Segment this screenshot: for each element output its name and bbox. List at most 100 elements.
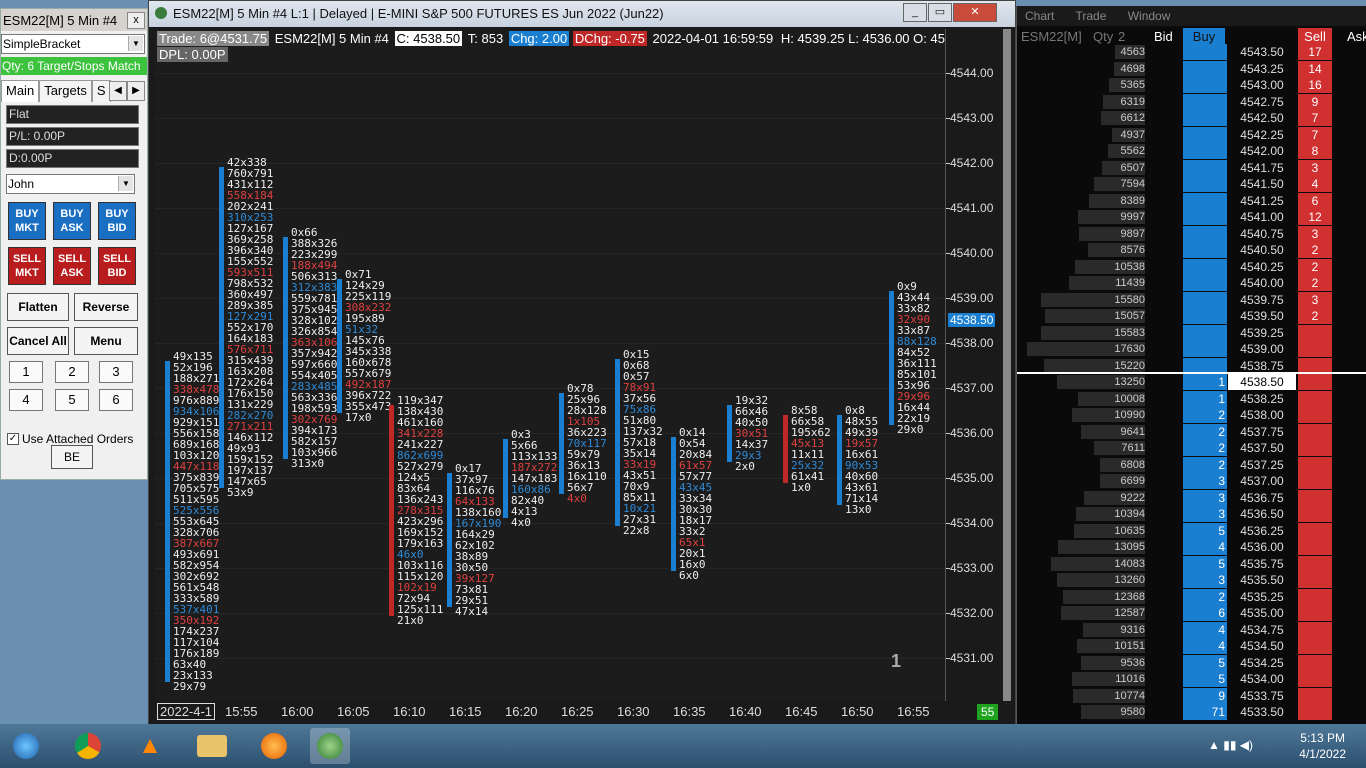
trading-app-icon[interactable]	[310, 728, 350, 764]
ladder-row[interactable]: 15583 4539.25	[1017, 324, 1366, 341]
sell-mkt-button[interactable]: SELL MKT	[8, 247, 46, 285]
ladder-row[interactable]: 4563 4543.50 17	[1017, 44, 1366, 60]
buy-cell[interactable]: 5	[1183, 654, 1227, 671]
price-cell[interactable]: 4533.75	[1228, 688, 1296, 704]
buy-cell[interactable]	[1183, 93, 1227, 110]
menu-chart[interactable]: Chart	[1025, 9, 1054, 23]
file-explorer-icon[interactable]	[192, 728, 232, 764]
chart-scrollbar[interactable]	[1003, 29, 1011, 701]
qty-button-4[interactable]: 4	[9, 389, 43, 411]
tab-scroll-right-icon[interactable]: ▶	[127, 81, 145, 101]
footprint-plot[interactable]: 49x135 52x196 188x271 338x478 976x889 934x106…	[155, 29, 945, 701]
buy-cell[interactable]: 5	[1183, 522, 1227, 539]
ladder-row[interactable]: 6808 2 4537.25	[1017, 456, 1366, 473]
tab-scroll-left-icon[interactable]: ◀	[109, 81, 127, 101]
sell-cell[interactable]	[1298, 621, 1332, 638]
system-tray-icons[interactable]: ▲ ▮▮ ◀)	[1208, 738, 1253, 752]
buy-cell[interactable]: 2	[1183, 588, 1227, 605]
buy-mkt-button[interactable]: BUY MKT	[8, 202, 46, 240]
ladder-row[interactable]: 9641 2 4537.75	[1017, 423, 1366, 440]
reverse-button[interactable]: Reverse	[74, 293, 138, 321]
footprint-column[interactable]: 0x8 48x55 49x39 19x57 16x61 90x53 40x60 43x61 71…	[845, 405, 878, 515]
sell-cell[interactable]	[1298, 539, 1332, 555]
sell-ask-button[interactable]: SELL ASK	[53, 247, 91, 285]
price-cell[interactable]: 4540.75	[1228, 226, 1296, 242]
price-cell[interactable]: 4541.00	[1228, 209, 1296, 225]
chart-titlebar[interactable]: ESM22[M] 5 Min #4 L:1 | Delayed | E-MINI…	[149, 1, 1015, 27]
ladder-row[interactable]: 13260 3 4535.50	[1017, 572, 1366, 588]
price-cell[interactable]: 4535.75	[1228, 556, 1296, 572]
buy-cell[interactable]: 4	[1183, 638, 1227, 654]
menu-trade[interactable]: Trade	[1075, 9, 1106, 23]
close-icon[interactable]: x	[127, 12, 145, 29]
footprint-column[interactable]: 119x347 138x430 461x160 341x228 241x227 862x6…	[397, 395, 443, 626]
ladder-row[interactable]: 15057 4539.50 2	[1017, 308, 1366, 324]
menu-button[interactable]: Menu	[74, 327, 138, 355]
sell-cell[interactable]	[1298, 671, 1332, 687]
ladder-row[interactable]: 10774 9 4533.75	[1017, 687, 1366, 704]
buy-cell[interactable]	[1183, 291, 1227, 308]
ladder-row[interactable]: 8389 4541.25 6	[1017, 192, 1366, 209]
ladder-row[interactable]: 10635 5 4536.25	[1017, 522, 1366, 539]
sell-cell[interactable]: 3	[1298, 225, 1332, 242]
price-cell[interactable]: 4539.25	[1228, 325, 1296, 341]
buy-cell[interactable]	[1183, 60, 1227, 77]
buy-cell[interactable]: 3	[1183, 572, 1227, 588]
buy-cell[interactable]: 3	[1183, 489, 1227, 506]
price-cell[interactable]: 4539.50	[1228, 308, 1296, 324]
tab-s[interactable]: S	[91, 80, 111, 102]
windows-start-icon[interactable]	[6, 728, 46, 764]
buy-cell[interactable]	[1183, 126, 1227, 143]
price-cell[interactable]: 4536.50	[1228, 506, 1296, 522]
buy-cell[interactable]: 4	[1183, 621, 1227, 638]
sell-cell[interactable]	[1298, 605, 1332, 621]
ladder-row[interactable]: 12587 6 4535.00	[1017, 605, 1366, 621]
ladder-row[interactable]: 11016 5 4534.00	[1017, 671, 1366, 687]
sell-cell[interactable]: 3	[1298, 291, 1332, 308]
price-cell[interactable]: 4536.00	[1228, 539, 1296, 555]
footprint-column[interactable]: 0x71 124x29 225x119 308x232 195x89 51x32 145x7…	[345, 269, 391, 423]
sell-cell[interactable]: 7	[1298, 126, 1332, 143]
firefox-icon[interactable]	[254, 728, 294, 764]
sell-cell[interactable]	[1298, 423, 1332, 440]
buy-cell[interactable]	[1183, 44, 1227, 60]
buy-cell[interactable]: 6	[1183, 605, 1227, 621]
footprint-column[interactable]: 0x14 0x54 20x84 61x57 57x77 43x45 33x34 30x30 18…	[679, 427, 712, 581]
account-select[interactable]: John ▼	[6, 174, 135, 194]
price-cell[interactable]: 4537.00	[1228, 473, 1296, 489]
strategy-select[interactable]: SimpleBracket ▼	[1, 34, 145, 54]
sell-cell[interactable]	[1298, 341, 1332, 357]
buy-cell[interactable]: 2	[1183, 423, 1227, 440]
footprint-column[interactable]: 8x58 66x58 195x62 45x13 11x11 25x32 61x41 1x0	[791, 405, 831, 493]
sell-bid-button[interactable]: SELL BID	[98, 247, 136, 285]
checkmark-icon[interactable]: ✓	[7, 433, 19, 445]
price-cell[interactable]: 4537.25	[1228, 457, 1296, 473]
buy-cell[interactable]: 3	[1183, 473, 1227, 489]
price-cell[interactable]: 4538.25	[1228, 391, 1296, 407]
chevron-down-icon[interactable]: ▼	[118, 176, 133, 191]
sell-cell[interactable]: 9	[1298, 93, 1332, 110]
sell-cell[interactable]: 2	[1298, 258, 1332, 275]
price-cell[interactable]: 4536.25	[1228, 523, 1296, 539]
qty-button-1[interactable]: 1	[9, 361, 43, 383]
sell-cell[interactable]	[1298, 704, 1332, 720]
sell-cell[interactable]: 2	[1298, 275, 1332, 291]
chrome-icon[interactable]	[68, 728, 108, 764]
buy-cell[interactable]: 71	[1183, 704, 1227, 720]
buy-ask-button[interactable]: BUY ASK	[53, 202, 91, 240]
price-cell[interactable]: 4537.50	[1228, 440, 1296, 456]
price-cell[interactable]: 4541.75	[1228, 160, 1296, 176]
ladder-row[interactable]: 7611 2 4537.50	[1017, 440, 1366, 456]
buy-cell[interactable]: 2	[1183, 440, 1227, 456]
footprint-column[interactable]: 0x9 43x44 33x82 32x90 33x87 88x128 84x52 36x111…	[897, 281, 937, 435]
ladder-row[interactable]: 7594 4541.50 4	[1017, 176, 1366, 192]
ladder-row[interactable]: 12368 2 4535.25	[1017, 588, 1366, 605]
ladder-row[interactable]: 6699 3 4537.00	[1017, 473, 1366, 489]
price-cell[interactable]: 4542.75	[1228, 94, 1296, 110]
price-cell[interactable]: 4533.50	[1228, 704, 1296, 720]
price-cell[interactable]: 4540.25	[1228, 259, 1296, 275]
footprint-column[interactable]: 0x66 388x326 223x299 188x494 506x313 312x383 5…	[291, 227, 337, 469]
buy-cell[interactable]	[1183, 209, 1227, 225]
buy-cell[interactable]: 2	[1183, 407, 1227, 423]
buy-cell[interactable]: 9	[1183, 687, 1227, 704]
